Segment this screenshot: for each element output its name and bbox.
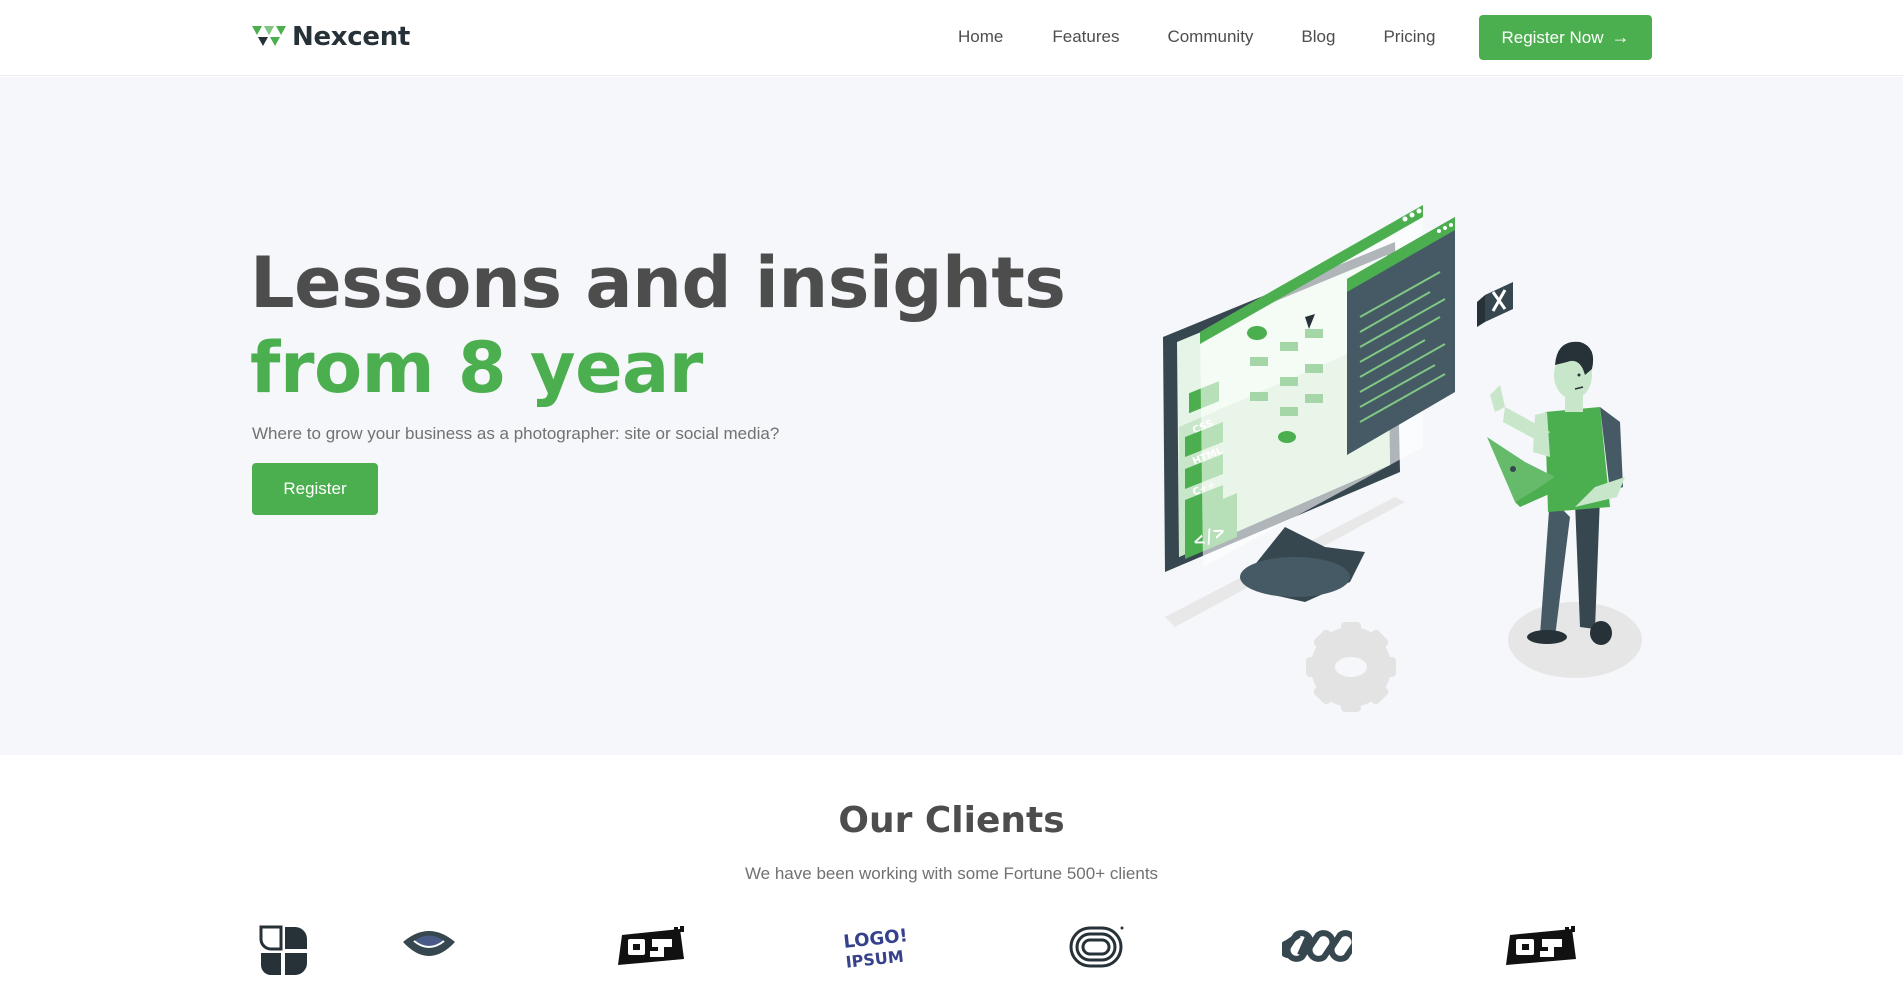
site-header: Nexcent Home Features Community Blog Pri… [0,0,1903,76]
nav-home[interactable]: Home [958,26,1003,48]
close-icon [1477,282,1513,327]
clients-subtitle: We have been working with some Fortune 5… [744,864,1159,883]
main-nav: Home Features Community Blog Pricing [958,26,1435,48]
hero-section: Lessons and insights from 8 year Where t… [0,77,1903,755]
nexcent-logo-icon [252,26,286,46]
register-button[interactable]: Register [252,463,378,515]
rings-logo-icon [1068,925,1126,982]
brand-name: Nexcent [292,22,411,52]
brand-logo[interactable]: Nexcent [252,22,410,52]
nav-pricing[interactable]: Pricing [1383,26,1435,48]
developer-illustration: CSS HTML C++ </> [1163,205,1642,712]
nav-features[interactable]: Features [1052,26,1119,48]
hero-title: Lessons and insights from 8 year [250,241,1066,411]
chain-logo-icon [1282,925,1352,982]
nav-blog[interactable]: Blog [1301,26,1335,48]
hero-title-line1: Lessons and insights [250,242,1066,324]
person-illustration [1487,341,1625,645]
clients-title: Our Clients [838,800,1065,841]
hero-subtitle: Where to grow your business as a photogr… [252,424,780,443]
oj-logo-icon [614,925,688,982]
register-now-button[interactable]: Register Now → [1479,15,1652,60]
nav-community[interactable]: Community [1167,26,1253,48]
eye-logo-icon [400,925,458,982]
oj-logo-icon-2 [1502,925,1580,982]
hero-title-line2: from 8 year [250,327,703,409]
logoipsum-logo-icon: LOGO! IPSUM [842,925,906,982]
arrow-right-icon: → [1611,27,1630,47]
register-now-label: Register Now [1501,27,1604,47]
gear-icon [1306,622,1396,712]
clover-logo-icon [257,925,312,982]
